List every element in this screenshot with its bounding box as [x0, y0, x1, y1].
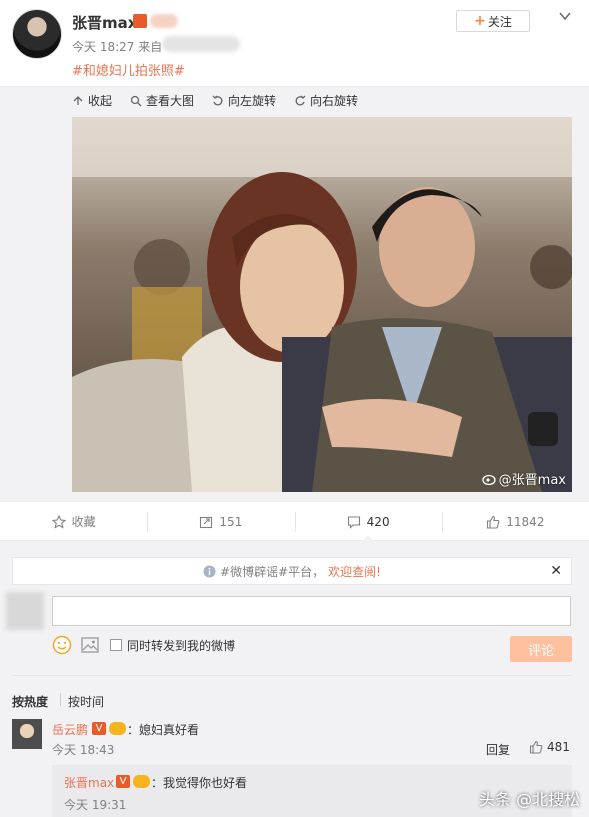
verified-v-icon: V — [116, 775, 130, 788]
chevron-down-icon[interactable] — [558, 9, 572, 23]
post-photo[interactable]: @张晋max — [72, 117, 572, 492]
comment-text: ：媳妇真好看 — [127, 723, 200, 737]
comment-like-button[interactable]: 481 — [529, 740, 570, 754]
post-time[interactable]: 今天 18:27 来自 — [72, 38, 162, 55]
vip-badge-icon — [133, 14, 147, 28]
media-toolbar: 收起 查看大图 向左旋转 向右旋转 — [72, 92, 358, 109]
sort-divider — [60, 693, 61, 706]
member-badge-icon — [133, 775, 150, 788]
rotate-left-icon — [212, 95, 223, 105]
my-avatar — [6, 592, 44, 630]
collapse-label: 收起 — [88, 94, 113, 108]
favorite-label: 收藏 — [71, 515, 96, 529]
repost-button[interactable]: 151 — [147, 503, 294, 540]
arrow-up-icon — [73, 95, 83, 105]
member-badge-icon — [109, 722, 126, 735]
photo-illustration — [72, 117, 572, 492]
weibo-icon — [482, 474, 496, 485]
reply-button[interactable]: 回复 — [486, 741, 510, 758]
rumor-notice: #微博辟谣#平台， 欢迎查阅! ✕ — [12, 557, 572, 585]
comment-button[interactable]: 420 — [294, 503, 442, 541]
blurred-badge — [150, 14, 178, 28]
post-action-bar: 收藏 151 420 11842 — [0, 503, 589, 541]
reply-username[interactable]: 张晋max — [64, 774, 114, 791]
divider — [12, 675, 572, 676]
rotate-right-button[interactable]: 向右旋转 — [294, 92, 358, 109]
rotate-right-label: 向右旋转 — [310, 94, 359, 108]
post-header: 张晋max 今天 18:27 来自 + 关注 #和媳妇儿拍张照# — [0, 0, 589, 90]
comment-icon — [347, 515, 360, 529]
image-icon[interactable] — [81, 636, 99, 654]
follow-label: 关注 — [487, 14, 512, 29]
comment-section: #微博辟谣#平台， 欢迎查阅! ✕ 同时转发到我的微博 评论 按热度 按时间 岳… — [0, 541, 589, 817]
comment-submit-button[interactable]: 评论 — [510, 636, 572, 662]
collapse-button[interactable]: 收起 — [72, 92, 112, 109]
emoji-icon[interactable] — [52, 635, 72, 655]
view-large-label: 查看大图 — [146, 94, 195, 108]
watermark-text: @张晋max — [498, 473, 566, 488]
info-icon — [203, 565, 216, 577]
reply-text: ：我觉得你也好看 — [151, 776, 248, 790]
notice-link[interactable]: 欢迎查阅! — [328, 563, 381, 580]
close-icon[interactable]: ✕ — [550, 563, 562, 579]
blurred-source — [162, 36, 240, 52]
comment-count: 420 — [366, 514, 390, 529]
star-icon — [51, 514, 66, 529]
rotate-left-button[interactable]: 向左旋转 — [212, 92, 276, 109]
repost-count: 151 — [219, 514, 243, 529]
follow-button[interactable]: + 关注 — [456, 10, 530, 32]
comment-input[interactable] — [52, 596, 571, 626]
comment-time: 今天 18:43 — [52, 743, 115, 757]
sort-by-hot[interactable]: 按热度 — [12, 693, 48, 710]
like-button[interactable]: 11842 — [441, 503, 589, 540]
magnifier-icon — [130, 95, 142, 106]
sort-by-time[interactable]: 按时间 — [68, 693, 104, 710]
author-avatar[interactable] — [12, 9, 62, 59]
topic-link[interactable]: #和媳妇儿拍张照# — [72, 60, 185, 79]
site-watermark: 头条 @北搜松 — [479, 790, 581, 809]
view-large-button[interactable]: 查看大图 — [130, 92, 194, 109]
comment-avatar[interactable] — [12, 719, 42, 749]
like-count: 11842 — [506, 514, 545, 529]
notice-text: #微博辟谣#平台， — [220, 564, 325, 579]
photo-watermark: @张晋max — [482, 469, 566, 488]
thumbs-up-icon — [487, 515, 500, 529]
forward-label[interactable]: 同时转发到我的微博 — [127, 637, 235, 654]
comment-username[interactable]: 岳云鹏 — [52, 721, 88, 738]
repost-icon — [200, 516, 213, 528]
comment-like-count: 481 — [547, 740, 570, 754]
rotate-right-icon — [295, 95, 306, 105]
thumbs-up-icon — [529, 740, 543, 754]
media-box: 收起 查看大图 向左旋转 向右旋转 @张晋max — [0, 86, 589, 502]
forward-checkbox[interactable] — [110, 639, 122, 651]
reply-time: 今天 19:31 — [64, 798, 127, 812]
plus-icon: + — [474, 13, 486, 29]
favorite-button[interactable]: 收藏 — [0, 503, 147, 540]
author-name[interactable]: 张晋max — [72, 12, 137, 33]
verified-v-icon: V — [92, 722, 106, 735]
rotate-left-label: 向左旋转 — [228, 94, 277, 108]
